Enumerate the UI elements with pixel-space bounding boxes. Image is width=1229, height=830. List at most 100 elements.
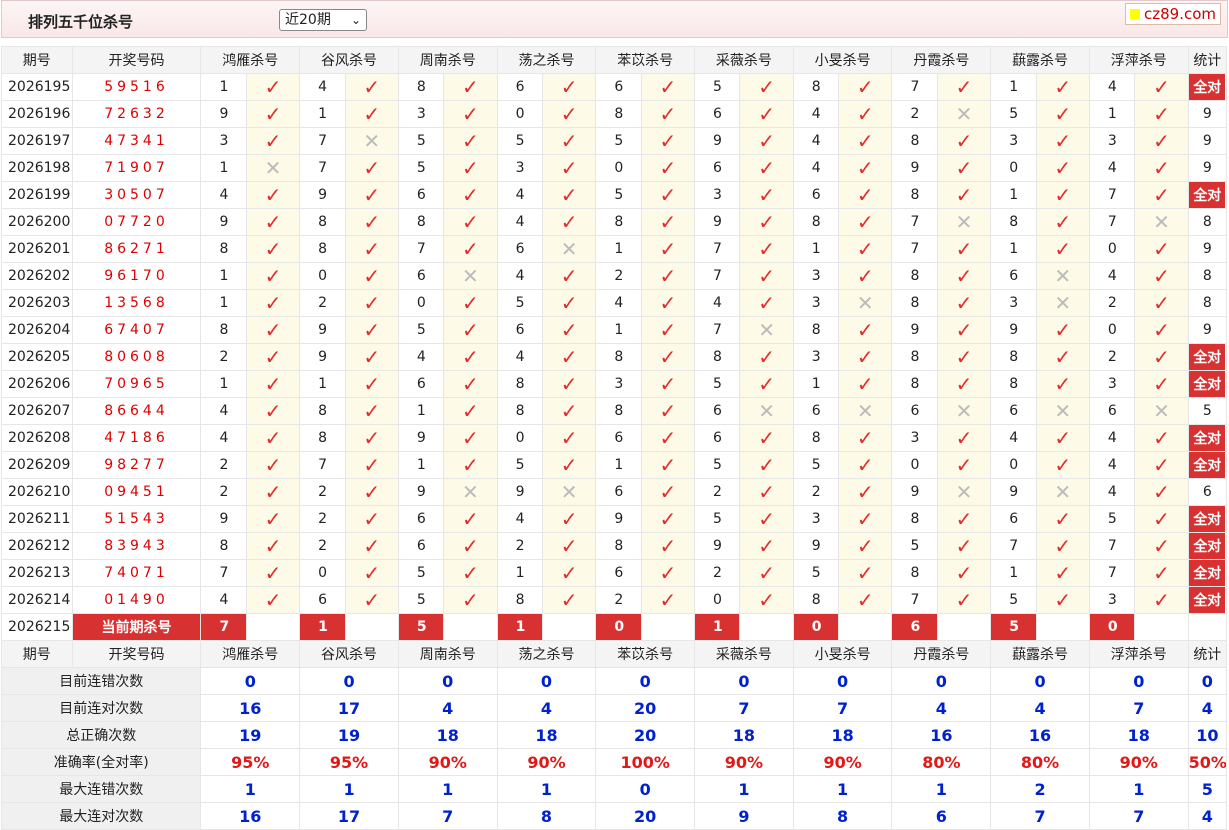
cross-icon: ✕ bbox=[1035, 262, 1090, 290]
kill-number: 5 bbox=[1088, 505, 1136, 533]
check-icon: ✓ bbox=[344, 559, 399, 587]
issue-cell: 2026197 bbox=[1, 127, 73, 155]
check-icon: ✓ bbox=[1035, 235, 1090, 263]
kill-number: 9 bbox=[694, 208, 741, 236]
check-icon: ✓ bbox=[1134, 262, 1189, 290]
kill-number: 2 bbox=[1088, 289, 1136, 317]
kill-number: 8 bbox=[792, 424, 840, 452]
empty-cell bbox=[838, 613, 893, 641]
check-icon: ✓ bbox=[541, 451, 597, 479]
check-icon: ✓ bbox=[640, 559, 696, 587]
stats-value: 1 bbox=[1088, 775, 1189, 803]
issue-cell: 2026199 bbox=[1, 181, 73, 209]
issue-cell: 2026205 bbox=[1, 343, 73, 371]
check-icon: ✓ bbox=[1134, 586, 1189, 614]
kill-number: 8 bbox=[595, 532, 642, 560]
check-icon: ✓ bbox=[739, 370, 794, 398]
stat-cell: 全对 bbox=[1187, 451, 1228, 479]
issue-cell: 2026201 bbox=[1, 235, 73, 263]
check-icon: ✓ bbox=[838, 424, 893, 452]
cross-icon: ✕ bbox=[245, 154, 301, 182]
check-icon: ✓ bbox=[1035, 424, 1090, 452]
kill-number: 2 bbox=[299, 289, 346, 317]
check-icon: ✓ bbox=[1035, 532, 1090, 560]
check-icon: ✓ bbox=[1035, 127, 1090, 155]
kill-number: 2 bbox=[1088, 343, 1136, 371]
period-select[interactable]: 近20期 ⌄ bbox=[279, 9, 367, 31]
issue-cell: 2026211 bbox=[1, 505, 73, 533]
kill-number: 5 bbox=[496, 451, 543, 479]
check-icon: ✓ bbox=[640, 343, 696, 371]
period-select-value: 近20期 bbox=[285, 12, 331, 28]
stat-cell: 全对 bbox=[1187, 370, 1228, 398]
issue-cell: 2026206 bbox=[1, 370, 73, 398]
check-icon: ✓ bbox=[245, 451, 301, 479]
check-icon: ✓ bbox=[936, 532, 992, 560]
kill-number: 6 bbox=[990, 397, 1037, 425]
check-icon: ✓ bbox=[1035, 154, 1090, 182]
kill-number: 9 bbox=[299, 181, 346, 209]
col-expert: 苯苡杀号 bbox=[595, 46, 696, 74]
cross-icon: ✕ bbox=[838, 289, 893, 317]
empty-cell bbox=[344, 613, 399, 641]
kill-number: 5 bbox=[792, 451, 840, 479]
stats-value: 18 bbox=[397, 721, 498, 749]
kill-number: 3 bbox=[1088, 127, 1136, 155]
stats-value: 0 bbox=[595, 775, 696, 803]
kill-number: 5 bbox=[397, 559, 445, 587]
table-row: 2026209 98277 2 ✓ 7 ✓ 1 ✓ 5 ✓ 1 ✓ 5 ✓ 5 ✓ 0 ✓ 0 ✓ 4 ✓ 全对 bbox=[1, 451, 1228, 479]
check-icon: ✓ bbox=[838, 370, 893, 398]
check-icon: ✓ bbox=[640, 262, 696, 290]
check-icon: ✓ bbox=[838, 586, 893, 614]
kill-number: 0 bbox=[990, 154, 1037, 182]
stat-cell: 全对 bbox=[1187, 586, 1228, 614]
col-expert: 谷风杀号 bbox=[299, 46, 399, 74]
check-icon: ✓ bbox=[640, 100, 696, 128]
col-draw: 开奖号码 bbox=[71, 46, 202, 74]
check-icon: ✓ bbox=[1035, 586, 1090, 614]
kill-number: 4 bbox=[694, 289, 741, 317]
stat-value: 6 bbox=[1202, 484, 1212, 500]
check-icon: ✓ bbox=[1035, 100, 1090, 128]
stats-total: 10 bbox=[1187, 721, 1228, 749]
kill-number: 6 bbox=[694, 154, 741, 182]
check-icon: ✓ bbox=[443, 127, 498, 155]
stats-value: 80% bbox=[990, 748, 1090, 776]
kill-number: 3 bbox=[792, 289, 840, 317]
table-row: 2026212 83943 8 ✓ 2 ✓ 6 ✓ 2 ✓ 8 ✓ 9 ✓ 9 ✓ 5 ✓ 7 ✓ 7 ✓ 全对 bbox=[1, 532, 1228, 560]
kill-number: 3 bbox=[792, 343, 840, 371]
chevron-down-icon: ⌄ bbox=[350, 13, 361, 27]
kill-number: 6 bbox=[496, 235, 543, 263]
table-row: 2026207 86644 4 ✓ 8 ✓ 1 ✓ 8 ✓ 8 ✓ 6 ✕ 6 ✕ 6 ✕ 6 ✕ 6 ✕ 5 bbox=[1, 397, 1228, 425]
check-icon: ✓ bbox=[443, 559, 498, 587]
stats-value: 7 bbox=[1088, 802, 1189, 830]
check-icon: ✓ bbox=[640, 451, 696, 479]
draw-number: 70965 bbox=[71, 370, 202, 398]
check-icon: ✓ bbox=[640, 478, 696, 506]
cross-icon: ✕ bbox=[541, 235, 597, 263]
check-icon: ✓ bbox=[245, 559, 301, 587]
kill-number: 8 bbox=[891, 343, 938, 371]
check-icon: ✓ bbox=[344, 181, 399, 209]
col-stat: 统计 bbox=[1187, 46, 1228, 74]
draw-number: 07720 bbox=[71, 208, 202, 236]
cross-icon: ✕ bbox=[739, 316, 794, 344]
kill-number: 0 bbox=[397, 289, 445, 317]
check-icon: ✓ bbox=[838, 100, 893, 128]
kill-number: 8 bbox=[891, 559, 938, 587]
check-icon: ✓ bbox=[838, 235, 893, 263]
kill-number: 8 bbox=[200, 532, 247, 560]
stats-value: 4 bbox=[397, 694, 498, 722]
check-icon: ✓ bbox=[739, 451, 794, 479]
stat-cell: 9 bbox=[1187, 154, 1228, 182]
stat-value: 8 bbox=[1202, 214, 1212, 230]
check-icon: ✓ bbox=[936, 370, 992, 398]
check-icon: ✓ bbox=[541, 532, 597, 560]
kill-number: 1 bbox=[200, 370, 247, 398]
kill-number: 8 bbox=[792, 586, 840, 614]
kill-number: 7 bbox=[694, 262, 741, 290]
current-kill-number: 0 bbox=[1088, 613, 1136, 641]
draw-number: 83943 bbox=[71, 532, 202, 560]
brand-logo[interactable]: cz89.com bbox=[1124, 3, 1221, 25]
col-expert: 小旻杀号 bbox=[792, 640, 893, 668]
